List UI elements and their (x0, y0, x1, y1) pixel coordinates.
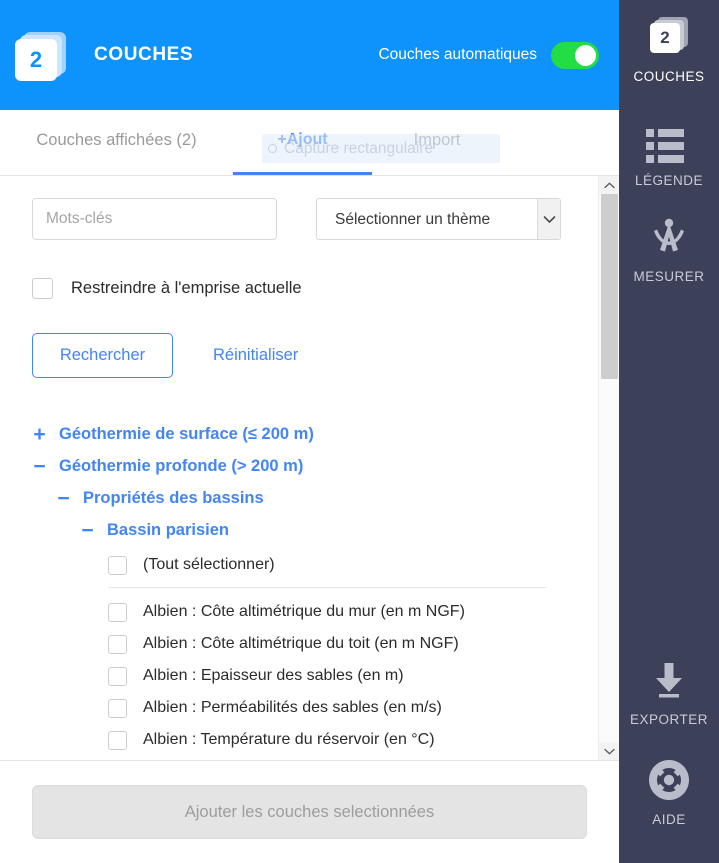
reset-button[interactable]: Réinitialiser (213, 346, 298, 365)
tab-couches-affichees[interactable]: Couches affichées (2) (0, 109, 233, 175)
layer-label: Albien : Côte altimétrique du mur (en m … (143, 603, 465, 620)
search-actions-row: Rechercher Réinitialiser (0, 333, 598, 378)
compass-icon (646, 214, 692, 260)
restrict-extent-label: Restreindre à l'emprise actuelle (71, 279, 302, 297)
tree-node-label: Géothermie profonde (> 200 m) (59, 456, 304, 475)
theme-select[interactable]: Sélectionner un thème (316, 198, 561, 240)
page-title: COUCHES (94, 44, 194, 65)
select-all-row[interactable]: (Tout sélectionner) (108, 549, 566, 581)
download-icon (646, 657, 692, 703)
rail-item-couches[interactable]: 2 COUCHES (619, 14, 719, 84)
layer-checkbox[interactable] (108, 602, 127, 622)
search-row: Sélectionner un thème (0, 198, 598, 240)
collapse-minus-icon[interactable]: − (32, 456, 47, 477)
tree-node-proprietes-bassins[interactable]: − Propriétés des bassins (32, 482, 566, 514)
tree-node-label: Bassin parisien (107, 520, 229, 539)
scroll-down-arrow-icon[interactable] (599, 742, 619, 760)
layers-icon: 2 (646, 14, 692, 60)
collapse-minus-icon[interactable]: − (56, 488, 71, 509)
layer-tree: + Géothermie de surface (≤ 200 m) − Géot… (0, 418, 598, 756)
keywords-input[interactable] (32, 198, 277, 240)
lifebuoy-icon (646, 757, 692, 803)
auto-layers-toggle[interactable] (551, 41, 599, 69)
theme-select-wrapper: Sélectionner un thème (316, 198, 561, 240)
panel-body: Sélectionner un thème Restreindre à l'em… (0, 176, 619, 761)
toggle-knob (575, 44, 596, 66)
restrict-extent-row[interactable]: Restreindre à l'emprise actuelle (0, 278, 598, 299)
collapse-minus-icon[interactable]: − (80, 520, 95, 541)
tab-import[interactable]: Import (372, 109, 502, 175)
layer-checkbox[interactable] (108, 730, 127, 750)
panel-header: 2 COUCHES Couches automatiques (0, 0, 619, 110)
app-root: 2 COUCHES Couches automatiques Couches a… (0, 0, 719, 863)
search-button[interactable]: Rechercher (32, 333, 173, 378)
auto-layers-label: Couches automatiques (378, 46, 537, 63)
panel-scroll-content: Sélectionner un thème Restreindre à l'em… (0, 176, 598, 760)
layer-checkbox[interactable] (108, 666, 127, 686)
layers-panel: 2 COUCHES Couches automatiques Couches a… (0, 0, 619, 863)
rail-item-label: LÉGENDE (634, 173, 704, 188)
rail-item-aide[interactable]: AIDE (619, 757, 719, 827)
rail-item-exporter[interactable]: EXPORTER (619, 657, 719, 727)
rail-item-label: COUCHES (633, 69, 705, 84)
scroll-up-arrow-icon[interactable] (599, 176, 619, 194)
layer-checkbox[interactable] (108, 634, 127, 654)
layer-checkbox-list: (Tout sélectionner) Albien : Côte altimé… (32, 549, 566, 756)
tree-node-geothermie-surface[interactable]: + Géothermie de surface (≤ 200 m) (32, 418, 566, 450)
list-divider (108, 587, 546, 588)
rail-layers-badge: 2 (650, 23, 680, 53)
expand-plus-icon[interactable]: + (32, 424, 47, 445)
tree-node-label: Géothermie de surface (≤ 200 m) (59, 424, 314, 443)
list-item[interactable]: Albien : Température du réservoir (en °C… (108, 724, 566, 756)
list-item[interactable]: Albien : Côte altimétrique du toit (en m… (108, 628, 566, 660)
layers-count-badge: 2 (15, 39, 57, 81)
select-all-checkbox[interactable] (108, 555, 127, 575)
restrict-extent-checkbox[interactable] (32, 278, 53, 299)
rail-item-legende[interactable]: LÉGENDE (619, 118, 719, 188)
legend-icon (646, 118, 692, 164)
list-item[interactable]: Albien : Epaisseur des sables (en m) (108, 660, 566, 692)
tab-bar: Couches affichées (2) +Ajout Import Capt… (0, 110, 619, 176)
right-toolbar: 2 COUCHES LÉGENDE MESURER EXPORTER AIDE (619, 0, 719, 863)
tree-node-geothermie-profonde[interactable]: − Géothermie profonde (> 200 m) (32, 450, 566, 482)
rail-item-label: EXPORTER (629, 712, 709, 727)
layer-checkbox[interactable] (108, 698, 127, 718)
layer-label: Albien : Température du réservoir (en °C… (143, 731, 435, 748)
tree-node-label: Propriétés des bassins (83, 488, 264, 507)
scrollbar-track[interactable] (599, 194, 619, 742)
add-selected-layers-button[interactable]: Ajouter les couches selectionnées (32, 785, 587, 839)
list-item[interactable]: Albien : Perméabilités des sables (en m/… (108, 692, 566, 724)
tree-node-bassin-parisien[interactable]: − Bassin parisien (32, 514, 566, 546)
rail-item-mesurer[interactable]: MESURER (619, 214, 719, 284)
select-all-label: (Tout sélectionner) (143, 556, 275, 573)
rail-item-label: AIDE (652, 812, 686, 827)
auto-layers-control[interactable]: Couches automatiques (378, 41, 599, 69)
layer-label: Albien : Perméabilités des sables (en m/… (143, 699, 442, 716)
tab-ajout[interactable]: +Ajout (233, 109, 372, 175)
panel-scrollbar[interactable] (598, 176, 619, 760)
panel-footer: Ajouter les couches selectionnées (0, 761, 619, 863)
layer-label: Albien : Côte altimétrique du toit (en m… (143, 635, 459, 652)
scrollbar-thumb[interactable] (601, 194, 618, 379)
list-item[interactable]: Albien : Côte altimétrique du mur (en m … (108, 596, 566, 628)
rail-item-label: MESURER (633, 269, 705, 284)
layer-label: Albien : Epaisseur des sables (en m) (143, 667, 404, 684)
layers-stack-icon: 2 (14, 30, 68, 81)
